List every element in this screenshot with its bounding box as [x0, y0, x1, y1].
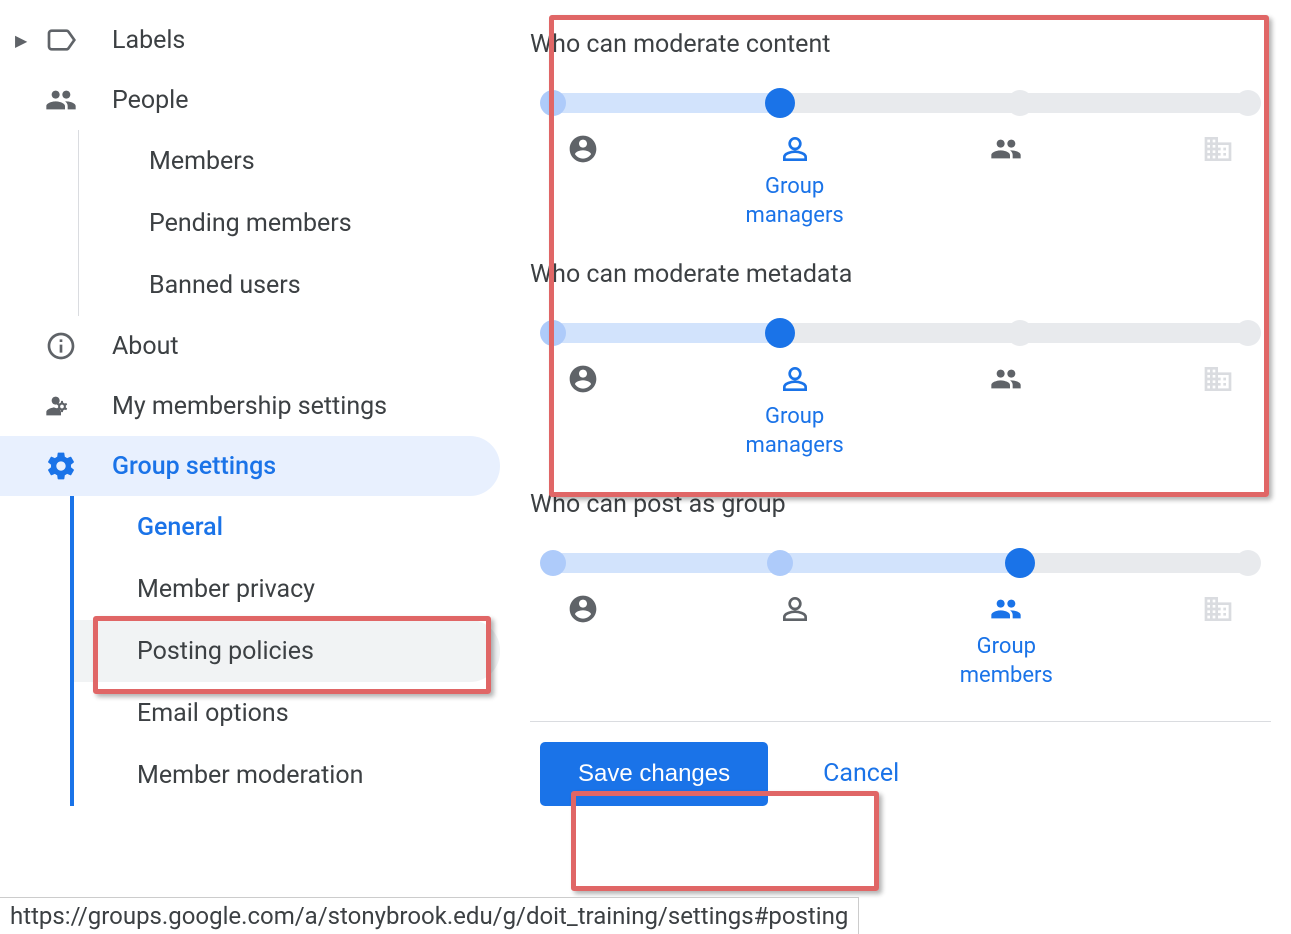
sidebar-label: General [137, 513, 223, 542]
sidebar-label: Member moderation [137, 761, 363, 790]
sidebar-label: Email options [137, 699, 289, 728]
sidebar-item-banned[interactable]: Banned users [79, 254, 500, 316]
setting-title: Who can moderate metadata [530, 260, 1271, 289]
cancel-button[interactable]: Cancel [823, 759, 899, 788]
sidebar-item-labels[interactable]: ▶ Labels [0, 10, 500, 70]
slider-opt-managers [740, 593, 850, 690]
sidebar-item-members[interactable]: Members [79, 130, 500, 192]
slider-opt-managers: Group managers [740, 363, 850, 460]
sidebar-label: Labels [112, 26, 185, 55]
action-buttons: Save changes Cancel [530, 742, 1271, 806]
sidebar-label: Members [149, 147, 255, 176]
setting-post-as-group: Who can post as group Group members [530, 490, 1271, 690]
slider-opt-owners [528, 363, 638, 460]
sidebar-label: Pending members [149, 209, 352, 238]
sidebar-item-posting[interactable]: Posting policies [74, 620, 500, 682]
slider-stop-org[interactable] [1235, 90, 1261, 116]
sidebar-label: Posting policies [137, 637, 314, 666]
slider-stop-members[interactable] [1005, 548, 1035, 578]
sidebar-item-general[interactable]: General [74, 496, 500, 558]
setting-moderate-metadata: Who can moderate metadata Group managers [530, 260, 1271, 460]
gear-icon [45, 450, 77, 482]
status-bar-url: https://groups.google.com/a/stonybrook.e… [0, 897, 859, 934]
slider-stop-members[interactable] [1007, 320, 1033, 346]
slider-opt-members: Group members [951, 593, 1061, 690]
slider-stop-owners[interactable] [540, 320, 566, 346]
save-button[interactable]: Save changes [540, 742, 768, 806]
setting-title: Who can moderate content [530, 30, 1271, 59]
permission-slider[interactable] [540, 314, 1261, 348]
slider-opt-label: Group managers [740, 173, 850, 230]
sidebar-item-membership[interactable]: My membership settings [0, 376, 500, 436]
setting-title: Who can post as group [530, 490, 1271, 519]
slider-stop-owners[interactable] [540, 550, 566, 576]
sidebar-item-about[interactable]: About [0, 316, 500, 376]
setting-moderate-content: Who can moderate content Group managers [530, 30, 1271, 230]
sidebar-label: People [112, 86, 189, 115]
people-submenu: Members Pending members Banned users [78, 130, 500, 316]
sidebar-item-people[interactable]: People [0, 70, 500, 130]
sidebar-label: Group settings [112, 452, 276, 481]
slider-opt-label: Group managers [740, 403, 850, 460]
sidebar: ▶ Labels People Members Pending members … [0, 0, 500, 934]
sidebar-item-group-settings[interactable]: Group settings [0, 436, 500, 496]
main-content: Who can moderate content Group managers [500, 0, 1291, 934]
slider-opt-members [951, 133, 1061, 230]
slider-stop-org[interactable] [1235, 320, 1261, 346]
expand-arrow-icon: ▶ [15, 31, 29, 50]
slider-stop-managers[interactable] [765, 318, 795, 348]
slider-opt-label: Group members [951, 633, 1061, 690]
sidebar-item-email[interactable]: Email options [74, 682, 500, 744]
group-settings-submenu: General Member privacy Posting policies … [70, 496, 500, 806]
slider-opt-owners [528, 593, 638, 690]
slider-opt-owners [528, 133, 638, 230]
slider-opt-org [1163, 133, 1273, 230]
slider-stop-managers[interactable] [767, 550, 793, 576]
info-icon [45, 330, 77, 362]
person-settings-icon [45, 390, 77, 422]
slider-stop-managers[interactable] [765, 88, 795, 118]
people-icon [45, 84, 77, 116]
slider-opt-org [1163, 363, 1273, 460]
divider [530, 721, 1271, 722]
label-icon [45, 24, 77, 56]
slider-opt-org [1163, 593, 1273, 690]
sidebar-label: Banned users [149, 271, 301, 300]
sidebar-item-moderation[interactable]: Member moderation [74, 744, 500, 806]
sidebar-label: My membership settings [112, 392, 387, 421]
slider-opt-members [951, 363, 1061, 460]
slider-opt-managers: Group managers [740, 133, 850, 230]
sidebar-label: Member privacy [137, 575, 315, 604]
sidebar-label: About [112, 332, 179, 361]
sidebar-item-privacy[interactable]: Member privacy [74, 558, 500, 620]
permission-slider[interactable] [540, 544, 1261, 578]
slider-stop-owners[interactable] [540, 90, 566, 116]
slider-stop-members[interactable] [1007, 90, 1033, 116]
slider-stop-org[interactable] [1235, 550, 1261, 576]
sidebar-item-pending[interactable]: Pending members [79, 192, 500, 254]
permission-slider[interactable] [540, 84, 1261, 118]
